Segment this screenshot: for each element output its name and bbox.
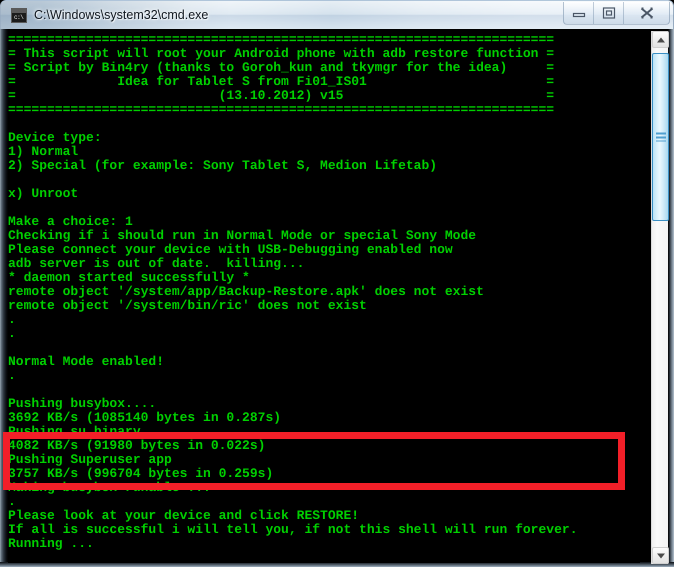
window-titlebar[interactable]: c:\ C:\Windows\system32\cmd.exe bbox=[0, 0, 674, 29]
console-line: Device type: bbox=[8, 130, 102, 145]
console-line: Running ... bbox=[8, 536, 94, 551]
console-line: Checking if i should run in Normal Mode … bbox=[8, 228, 477, 243]
scroll-thumb[interactable] bbox=[652, 53, 669, 221]
console-line: . bbox=[8, 312, 16, 327]
console-line: Please look at your device and click RES… bbox=[8, 508, 360, 523]
console-line: Normal Mode enabled! bbox=[8, 354, 165, 369]
scroll-up-arrow-icon[interactable] bbox=[652, 31, 669, 48]
scroll-thumb-grip-icon bbox=[656, 132, 666, 142]
restore-button[interactable] bbox=[594, 2, 624, 24]
console-line: . bbox=[8, 368, 16, 383]
console-line: Please connect your device with USB-Debu… bbox=[8, 242, 453, 257]
close-icon bbox=[640, 7, 653, 19]
console-line: . bbox=[8, 326, 16, 341]
console-line: ========================================… bbox=[8, 102, 555, 117]
console-line: = Idea for Tablet S from Fi01_IS01 = bbox=[8, 74, 555, 89]
console-line: = Script by Bin4ry (thanks to Goroh_kun … bbox=[8, 60, 555, 75]
cmd-icon-prompt-glyph: c:\ bbox=[14, 14, 24, 21]
console-line: 3757 KB/s (996704 bytes in 0.259s) bbox=[8, 466, 274, 481]
console-output[interactable]: ========================================… bbox=[8, 33, 640, 563]
console-line: * daemon started successfully * bbox=[8, 270, 250, 285]
cmd-window: c:\ C:\Windows\system32\cmd.exe ========… bbox=[0, 0, 674, 567]
console-line: 2) Special (for example: Sony Tablet S, … bbox=[8, 158, 438, 173]
console-line: adb server is out of date. killing... bbox=[8, 256, 305, 271]
console-line: 4082 KB/s (91980 bytes in 0.022s) bbox=[8, 438, 266, 453]
console-line: x) Unroot bbox=[8, 186, 79, 201]
console-line: Making busybox runable ... bbox=[8, 480, 211, 495]
cmd-console-icon: c:\ bbox=[11, 8, 27, 23]
console-scrollbar[interactable] bbox=[651, 31, 669, 564]
console-line: = This script will root your Android pho… bbox=[8, 46, 555, 61]
console-line: Pushing Superuser app bbox=[8, 452, 172, 467]
caption-buttons bbox=[563, 2, 670, 25]
console-line: remote object '/system/bin/ric' does not… bbox=[8, 298, 367, 313]
console-line: Pushing busybox.... bbox=[8, 396, 157, 411]
console-line: = (13.10.2012) v15 = bbox=[8, 88, 555, 103]
console-line: Make a choice: 1 bbox=[8, 214, 133, 229]
minimize-icon bbox=[572, 12, 585, 18]
console-line: remote object '/system/app/Backup-Restor… bbox=[8, 284, 484, 299]
console-line: . bbox=[8, 494, 16, 509]
console-line: If all is successful i will tell you, if… bbox=[8, 522, 578, 537]
window-frame-left bbox=[0, 29, 8, 567]
console-line: 3692 KB/s (1085140 bytes in 0.287s) bbox=[8, 410, 282, 425]
console-line: ========================================… bbox=[8, 33, 555, 47]
window-title: C:\Windows\system32\cmd.exe bbox=[34, 8, 209, 22]
console-line: 1) Normal bbox=[8, 144, 79, 159]
console-line: Pushing su binary .... bbox=[8, 424, 180, 439]
scroll-down-arrow-icon[interactable] bbox=[652, 547, 669, 564]
close-button[interactable] bbox=[624, 2, 669, 24]
restore-icon bbox=[602, 7, 615, 19]
minimize-button[interactable] bbox=[564, 2, 594, 24]
